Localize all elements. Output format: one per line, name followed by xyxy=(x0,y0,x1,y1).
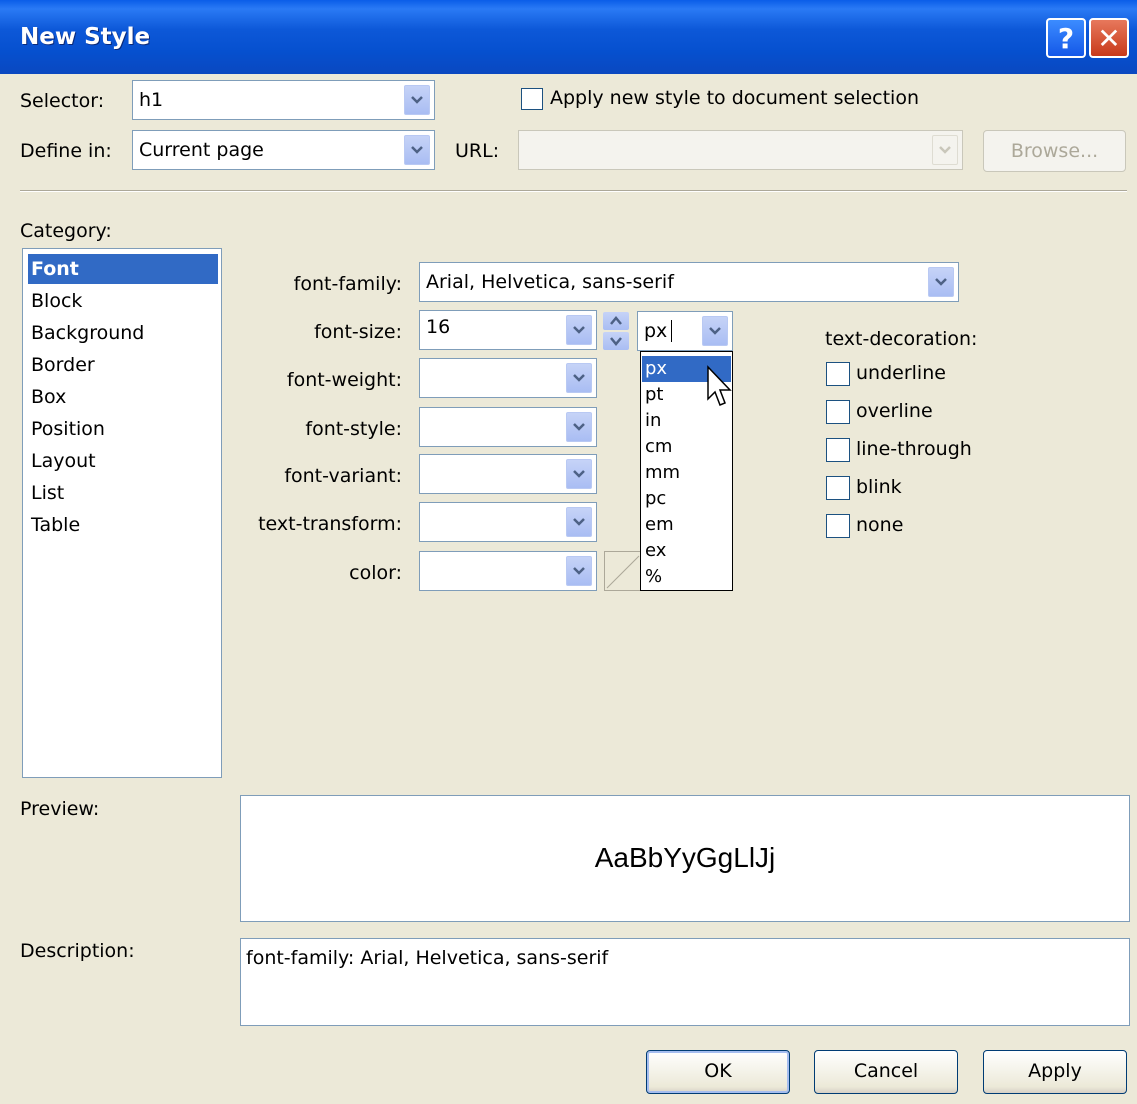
underline-checkbox[interactable] xyxy=(826,362,850,386)
font-size-combo[interactable]: 16 xyxy=(419,310,597,350)
category-item-box[interactable]: Box xyxy=(28,382,218,412)
selector-combo[interactable]: h1 xyxy=(132,80,435,120)
font-style-label: font-style: xyxy=(305,418,402,440)
chevron-down-icon[interactable] xyxy=(566,556,592,586)
apply-selection-label: Apply new style to document selection xyxy=(550,87,920,109)
ok-button[interactable]: OK xyxy=(646,1050,790,1094)
category-item-layout[interactable]: Layout xyxy=(28,446,218,476)
chevron-down-icon[interactable] xyxy=(702,316,728,346)
category-item-position[interactable]: Position xyxy=(28,414,218,444)
define-in-value: Current page xyxy=(139,139,264,161)
chevron-down-icon[interactable] xyxy=(566,363,592,393)
font-family-value: Arial, Helvetica, sans-serif xyxy=(426,271,674,293)
blink-label: blink xyxy=(856,476,902,498)
description-label: Description: xyxy=(20,940,135,962)
category-label: Category: xyxy=(20,220,112,242)
chevron-down-icon[interactable] xyxy=(566,459,592,489)
apply-selection-checkbox[interactable] xyxy=(521,88,543,110)
category-item-font[interactable]: Font xyxy=(28,254,218,284)
preview-label: Preview: xyxy=(20,798,100,820)
font-family-label: font-family: xyxy=(293,273,402,295)
font-size-spinner[interactable] xyxy=(603,312,629,350)
font-family-combo[interactable]: Arial, Helvetica, sans-serif xyxy=(419,262,959,302)
unit-option-pc[interactable]: pc xyxy=(642,486,731,512)
category-item-table[interactable]: Table xyxy=(28,510,218,540)
overline-checkbox[interactable] xyxy=(826,400,850,424)
text-transform-label: text-transform: xyxy=(258,513,402,535)
text-transform-combo[interactable] xyxy=(419,502,597,542)
define-in-label: Define in: xyxy=(20,140,112,162)
mouse-cursor-icon xyxy=(707,365,732,406)
cancel-button[interactable]: Cancel xyxy=(814,1050,958,1094)
chevron-down-icon xyxy=(932,135,958,165)
font-size-value: 16 xyxy=(426,316,451,338)
url-combo xyxy=(518,130,963,170)
category-list[interactable]: Font Block Background Border Box Positio… xyxy=(22,248,222,778)
chevron-down-icon[interactable] xyxy=(404,135,430,165)
text-decoration-label: text-decoration: xyxy=(825,328,978,350)
unit-option-mm[interactable]: mm xyxy=(642,460,731,486)
none-label: none xyxy=(856,514,904,536)
font-style-combo[interactable] xyxy=(419,407,597,447)
color-combo[interactable] xyxy=(419,551,597,591)
define-in-combo[interactable]: Current page xyxy=(132,130,435,170)
font-weight-label: font-weight: xyxy=(286,369,402,391)
unit-option-in[interactable]: in xyxy=(642,408,731,434)
browse-button: Browse... xyxy=(983,130,1126,172)
preview-box: AaBbYyGgLlJj xyxy=(240,795,1130,922)
line-through-label: line-through xyxy=(856,438,972,460)
unit-option-ex[interactable]: ex xyxy=(642,538,731,564)
line-through-checkbox[interactable] xyxy=(826,438,850,462)
preview-sample: AaBbYyGgLlJj xyxy=(594,842,776,873)
none-checkbox[interactable] xyxy=(826,514,850,538)
chevron-down-icon[interactable] xyxy=(928,267,954,297)
font-size-unit-value: px xyxy=(644,320,668,342)
selector-value: h1 xyxy=(139,89,164,111)
unit-option-percent[interactable]: % xyxy=(642,564,731,590)
font-weight-combo[interactable] xyxy=(419,358,597,398)
chevron-down-icon[interactable] xyxy=(566,315,592,345)
selector-label: Selector: xyxy=(20,90,105,112)
font-variant-combo[interactable] xyxy=(419,454,597,494)
window-title: New Style xyxy=(20,24,151,50)
unit-option-em[interactable]: em xyxy=(642,512,731,538)
chevron-down-icon[interactable] xyxy=(404,85,430,115)
category-item-border[interactable]: Border xyxy=(28,350,218,380)
chevron-down-icon[interactable] xyxy=(566,507,592,537)
close-button[interactable]: ✕ xyxy=(1089,18,1129,58)
description-text: font-family: Arial, Helvetica, sans-seri… xyxy=(246,947,609,969)
spin-down-icon[interactable] xyxy=(603,332,629,350)
url-label: URL: xyxy=(455,140,500,162)
title-bar xyxy=(0,0,1137,74)
chevron-down-icon[interactable] xyxy=(566,412,592,442)
font-size-unit-combo[interactable]: px xyxy=(637,311,733,351)
category-item-list[interactable]: List xyxy=(28,478,218,508)
category-item-block[interactable]: Block xyxy=(28,286,218,316)
font-variant-label: font-variant: xyxy=(284,465,402,487)
separator xyxy=(20,190,1127,192)
unit-option-cm[interactable]: cm xyxy=(642,434,731,460)
color-swatch[interactable] xyxy=(604,551,642,591)
apply-button[interactable]: Apply xyxy=(983,1050,1127,1094)
font-size-label: font-size: xyxy=(314,321,402,343)
help-button[interactable]: ? xyxy=(1046,18,1086,58)
overline-label: overline xyxy=(856,400,933,422)
underline-label: underline xyxy=(856,362,946,384)
blink-checkbox[interactable] xyxy=(826,476,850,500)
spin-up-icon[interactable] xyxy=(603,312,629,330)
description-box: font-family: Arial, Helvetica, sans-seri… xyxy=(240,938,1130,1026)
color-label: color: xyxy=(349,562,402,584)
text-caret xyxy=(671,320,672,342)
category-item-background[interactable]: Background xyxy=(28,318,218,348)
